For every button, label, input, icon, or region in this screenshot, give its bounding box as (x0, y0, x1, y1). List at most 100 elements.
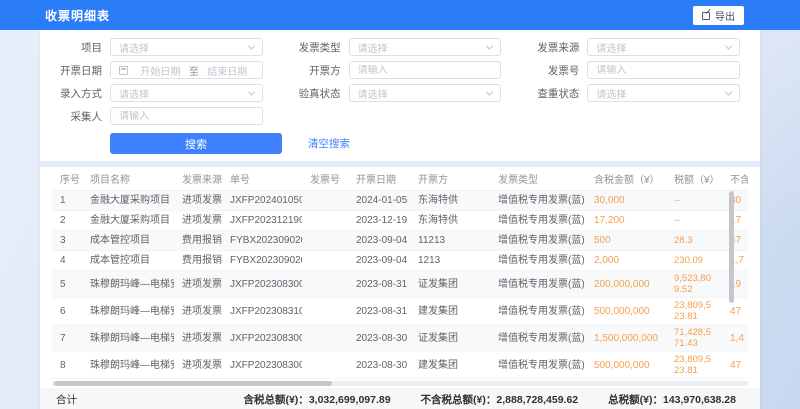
summary-item: 含税总额(¥)：3,032,699,097.89 (243, 392, 390, 407)
cell-excl: 19 (722, 271, 748, 298)
export-icon (702, 12, 710, 20)
cell-type: 增值税专用发票(蓝) (490, 211, 586, 231)
column-header: 序号 (52, 167, 82, 191)
filter-select[interactable]: 请选择 (587, 84, 740, 102)
filter-input-wrap (587, 61, 740, 79)
filter-input-wrap (349, 61, 502, 79)
filter-field: 录入方式请选择 (50, 84, 263, 102)
cell-source: 进项发票 (174, 271, 222, 298)
filter-grid: 项目请选择发票类型请选择发票来源请选择开票日期开始日期至结束日期开票方发票号录入… (40, 30, 760, 125)
column-header: 不含税金额（¥） (722, 167, 748, 191)
cell-tax: 28.3 (666, 231, 722, 251)
cell-amount: 2,000 (586, 251, 666, 271)
filter-input[interactable] (596, 65, 731, 76)
export-button[interactable]: 导出 (693, 6, 744, 25)
cell-project: 成本管控项目 (82, 231, 174, 251)
search-button[interactable]: 搜索 (110, 133, 282, 154)
filter-select[interactable]: 请选择 (349, 38, 502, 56)
cell-no: 2 (52, 211, 82, 231)
clear-search-link[interactable]: 清空搜索 (308, 136, 350, 151)
filter-label: 开票日期 (50, 63, 102, 78)
column-header: 单号 (222, 167, 302, 191)
cell-no: 1 (52, 191, 82, 211)
cell-invoice-no (302, 231, 348, 251)
filter-field: 发票来源请选择 (527, 38, 740, 56)
horizontal-scrollbar[interactable] (52, 381, 748, 386)
cell-source: 进项发票 (174, 352, 222, 379)
content-card: 项目请选择发票类型请选择发票来源请选择开票日期开始日期至结束日期开票方发票号录入… (40, 30, 760, 409)
cell-excl: 17 (722, 211, 748, 231)
cell-amount: 500 (586, 231, 666, 251)
table-row: 7珠穆朗玛峰—电梯安装进项发票JXFP202308300012023-08-30… (52, 325, 748, 352)
summary-item-label: 不含税总额(¥)： (421, 394, 497, 406)
cell-issuer: 证发集团 (410, 325, 490, 352)
filter-select[interactable]: 请选择 (110, 84, 263, 102)
cell-project: 金融大厦采购项目 (82, 211, 174, 231)
horizontal-scrollbar-thumb[interactable] (54, 381, 332, 386)
table-row: 3成本管控项目费用报销FYBX202309020032023-09-041121… (52, 231, 748, 251)
cell-order-no: FYBX20230902003 (222, 251, 302, 271)
cell-invoice-no (302, 271, 348, 298)
filter-field: 项目 请选择 (50, 38, 263, 56)
cell-tax: 9,523,809.52 (666, 271, 722, 298)
summary-item-value: 2,888,728,459.62 (496, 394, 578, 406)
cell-type: 增值税专用发票(蓝) (490, 271, 586, 298)
cell-order-no: FYBX20230902003 (222, 231, 302, 251)
cell-project: 成本管控项目 (82, 251, 174, 271)
filter-label: 发票来源 (527, 40, 579, 55)
chevron-down-icon (248, 42, 255, 49)
select-placeholder: 请选择 (596, 86, 626, 101)
cell-issuer: 11213 (410, 231, 490, 251)
filter-label: 录入方式 (50, 86, 102, 101)
filter-input[interactable] (119, 111, 254, 122)
filter-label: 查重状态 (527, 86, 579, 101)
filter-select[interactable]: 请选择 (110, 38, 263, 56)
filter-field: 开票方 (289, 61, 502, 79)
column-header: 含税金额（¥） (586, 167, 666, 191)
table-row: 1金融大厦采购项目进项发票JXFP202401050012024-01-05东海… (52, 191, 748, 211)
cell-amount: 200,000,000 (586, 271, 666, 298)
invoice-table-wrap: 序号项目名称发票来源单号发票号开票日期开票方发票类型含税金额（¥）税额（¥）不含… (52, 167, 748, 379)
invoice-table: 序号项目名称发票来源单号发票号开票日期开票方发票类型含税金额（¥）税额（¥）不含… (52, 167, 748, 379)
select-placeholder: 请选择 (119, 40, 149, 55)
cell-issuer: 东海特供 (410, 211, 490, 231)
cell-source: 进项发票 (174, 211, 222, 231)
filter-daterange[interactable]: 开始日期至结束日期 (110, 61, 263, 79)
table-body: 1金融大厦采购项目进项发票JXFP202401050012024-01-05东海… (52, 191, 748, 379)
summary-row: 合计 含税总额(¥)：3,032,699,097.89不含税总额(¥)：2,88… (40, 388, 760, 409)
vertical-scrollbar-thumb[interactable] (729, 191, 734, 303)
filter-field: 验真状态请选择 (289, 84, 502, 102)
cell-no: 4 (52, 251, 82, 271)
filter-label: 项目 (50, 40, 102, 55)
chevron-down-icon (725, 42, 732, 49)
cell-date: 2023-09-04 (348, 231, 410, 251)
cell-invoice-no (302, 191, 348, 211)
cell-type: 增值税专用发票(蓝) (490, 191, 586, 211)
cell-source: 进项发票 (174, 325, 222, 352)
filter-select[interactable]: 请选择 (587, 38, 740, 56)
cell-source: 费用报销 (174, 251, 222, 271)
filter-select[interactable]: 请选择 (349, 84, 502, 102)
cell-excl: 30 (722, 191, 748, 211)
filter-actions: 搜索 清空搜索 (110, 133, 760, 154)
cell-date: 2024-01-05 (348, 191, 410, 211)
top-bar: 收票明细表 导出 (0, 0, 800, 30)
cell-no: 6 (52, 298, 82, 325)
export-button-label: 导出 (715, 8, 735, 23)
filter-label: 发票类型 (289, 40, 341, 55)
cell-amount: 17,200 (586, 211, 666, 231)
filter-input[interactable] (358, 65, 493, 76)
cell-invoice-no (302, 211, 348, 231)
cell-invoice-no (302, 251, 348, 271)
cell-type: 增值税专用发票(蓝) (490, 251, 586, 271)
cell-issuer: 建发集团 (410, 298, 490, 325)
table-header-row: 序号项目名称发票来源单号发票号开票日期开票方发票类型含税金额（¥）税额（¥）不含… (52, 167, 748, 191)
cell-excl: 1,7 (722, 251, 748, 271)
chevron-down-icon (486, 42, 493, 49)
chevron-down-icon (248, 88, 255, 95)
daterange-end-placeholder: 结束日期 (201, 63, 254, 78)
table-row: 2金融大厦采购项目进项发票JXFP202312190022023-12-19东海… (52, 211, 748, 231)
select-placeholder: 请选择 (358, 86, 388, 101)
cell-order-no: JXFP20240105001 (222, 191, 302, 211)
cell-source: 进项发票 (174, 191, 222, 211)
